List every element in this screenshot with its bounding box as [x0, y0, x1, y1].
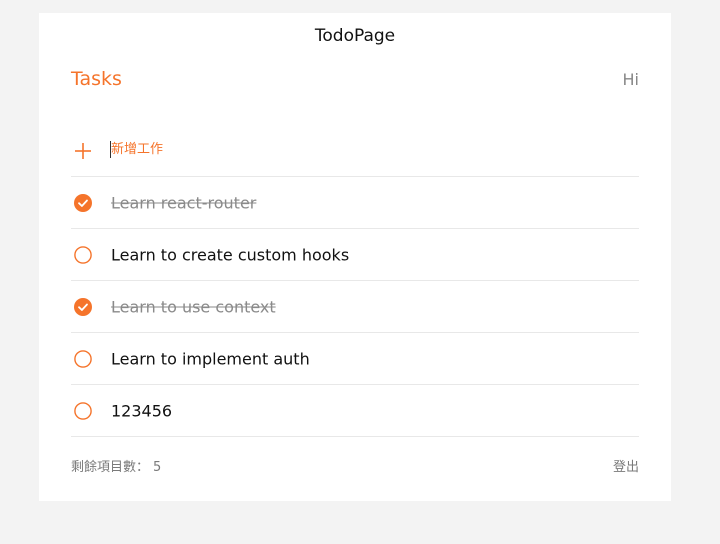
- plus-icon[interactable]: [73, 141, 93, 161]
- todo-text: Learn to implement auth: [111, 349, 310, 368]
- unchecked-circle-icon[interactable]: [73, 245, 93, 265]
- remaining-count: 剩餘項目數： 5: [71, 456, 161, 475]
- header-row: Tasks Hi: [71, 68, 639, 92]
- todo-item: Learn to implement auth: [71, 333, 639, 385]
- remaining-label: 剩餘項目數：: [71, 460, 150, 475]
- todo-item: Learn to use context: [71, 281, 639, 333]
- page-title: TodoPage: [314, 26, 396, 46]
- unchecked-circle-icon[interactable]: [73, 349, 93, 369]
- todo-item: 123456: [71, 385, 639, 437]
- unchecked-circle-icon[interactable]: [73, 401, 93, 421]
- remaining-number: 5: [153, 460, 162, 475]
- greeting-text: Hi: [622, 70, 639, 89]
- checked-circle-icon[interactable]: [73, 297, 93, 317]
- add-todo-row: [71, 125, 639, 177]
- todo-text: Learn react-router: [111, 193, 257, 212]
- todo-item: Learn to create custom hooks: [71, 229, 639, 281]
- footer: 剩餘項目數： 5 登出: [71, 456, 639, 475]
- logout-button[interactable]: 登出: [613, 456, 639, 475]
- tasks-heading: Tasks: [71, 68, 122, 90]
- todo-item: Learn react-router: [71, 177, 639, 229]
- todo-text: Learn to use context: [111, 297, 276, 316]
- todo-text: Learn to create custom hooks: [111, 245, 350, 264]
- todo-list: Learn react-router Learn to create custo…: [71, 125, 639, 437]
- todo-text: 123456: [111, 401, 173, 420]
- todo-card: TodoPage Tasks Hi Learn react-router: [39, 13, 671, 501]
- new-todo-input[interactable]: [111, 138, 591, 160]
- checked-circle-icon[interactable]: [73, 193, 93, 213]
